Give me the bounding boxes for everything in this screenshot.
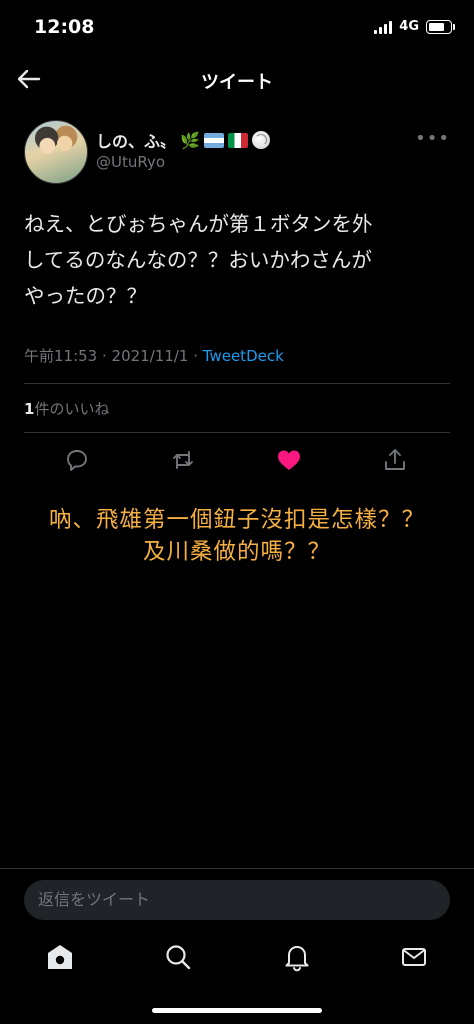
translation-caption: 吶、飛雄第一個鈕子沒扣是怎樣？？ 及川桑做的嗎？？ [0, 504, 474, 568]
caption-line: 吶、飛雄第一個鈕子沒扣是怎樣？？ [48, 507, 425, 533]
tweet-text-line: ねえ、とびぉちゃんが第１ボタンを外 [24, 212, 373, 236]
likes-label: 件のいいね [34, 400, 110, 418]
meta-separator: · [188, 347, 203, 365]
tweet-actions [0, 446, 474, 474]
caption-line: 及川桑做的嗎？？ [142, 539, 331, 565]
reply-input[interactable]: 返信をツイート [24, 880, 450, 920]
search-icon[interactable] [163, 942, 193, 972]
reply-icon[interactable] [63, 446, 91, 474]
likes-count: 1 [24, 400, 35, 418]
user-handle[interactable]: @UtuRyo [96, 153, 165, 171]
mail-icon[interactable] [399, 942, 429, 972]
status-time: 12:08 [34, 16, 95, 38]
italy-flag-icon [227, 132, 248, 148]
tweet-detail-screen: 12:08 4G ツイート しの、ふ〟 🌿 @UtuRyo ••• ねえ、とびぉ… [0, 0, 474, 1024]
bottom-tab-bar [0, 940, 474, 976]
user-name: しの、ふ〟 [96, 132, 177, 151]
retweet-icon[interactable] [169, 446, 197, 474]
meta-separator: · [97, 347, 112, 365]
status-indicators: 4G [374, 19, 455, 34]
signal-icon [374, 20, 393, 34]
page-title: ツイート [201, 72, 273, 93]
divider [24, 432, 450, 433]
volleyball-icon [251, 131, 270, 149]
like-icon-filled[interactable] [275, 446, 303, 474]
more-options-icon[interactable]: ••• [415, 128, 450, 149]
tweet-meta: 午前11:53 · 2021/11/1 · TweetDeck [24, 345, 284, 366]
tweet-text-line: やったの？？ [24, 284, 147, 308]
divider [0, 868, 474, 869]
tweet-date: 2021/11/1 [111, 347, 189, 365]
bell-icon[interactable] [282, 942, 312, 972]
tweet-text-line: してるのなんなの？？おいかわさんが [24, 248, 372, 272]
tweet-time: 午前11:53 [24, 347, 98, 365]
user-name-row[interactable]: しの、ふ〟 🌿 [96, 128, 270, 152]
home-icon[interactable] [45, 942, 75, 972]
home-indicator[interactable] [152, 1008, 322, 1013]
avatar[interactable] [24, 120, 88, 184]
likes-summary[interactable]: 1件のいいね [24, 398, 109, 419]
nav-header: ツイート [0, 58, 474, 102]
share-icon[interactable] [381, 446, 409, 474]
divider [24, 383, 450, 384]
tweet-source-link[interactable]: TweetDeck [203, 347, 284, 365]
status-bar: 12:08 4G [0, 0, 474, 56]
network-type: 4G [399, 19, 419, 34]
tweet-text: ねえ、とびぉちゃんが第１ボタンを外 してるのなんなの？？おいかわさんが やったの… [24, 206, 454, 314]
battery-icon [426, 19, 455, 34]
leaf-emoji-icon: 🌿 [180, 130, 200, 150]
argentina-flag-icon [203, 132, 224, 148]
